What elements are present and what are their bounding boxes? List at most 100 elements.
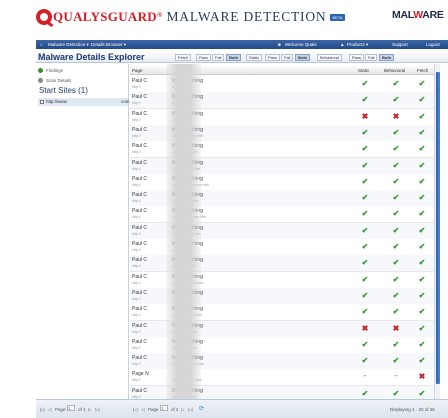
page-url-cell[interactable]: http:///gallery/pendant.htm: [132, 362, 204, 366]
static-check-icon: ✔: [361, 225, 369, 235]
filter-behavioral-fail[interactable]: Fail: [365, 54, 378, 61]
static-check-icon: ✔: [361, 144, 369, 154]
fetch-cross-icon: ✖: [418, 372, 426, 382]
grid-scrollbar[interactable]: [434, 64, 440, 399]
page-url-text: http://: [132, 231, 141, 236]
nav-support[interactable]: Support: [392, 42, 408, 47]
page-title-text: Paul C: [132, 224, 148, 231]
page-url-text: http://: [132, 280, 141, 285]
scrollbar-thumb[interactable]: [436, 72, 440, 384]
paging-toolbar: |◁ ◁ Page 1 of 1 ▷ ▷| |◁ ◁ Page 1 of 2 ▷…: [36, 399, 448, 418]
page-title-text: Paul C: [132, 273, 148, 280]
page-title-cell: Paul CMetalsmithing: [132, 290, 203, 296]
page-title-text: Paul C: [132, 110, 148, 117]
fetch-check-icon: ✔: [418, 242, 426, 251]
behavioral-check-icon: ✔: [392, 225, 400, 235]
page-url-cell[interactable]: http:///contact.html: [132, 297, 192, 301]
page-url-cell[interactable]: http:///gallery/jug.htm: [132, 264, 196, 268]
behavioral-check-icon: ✔: [392, 95, 400, 105]
nav-logout[interactable]: Logout: [426, 42, 440, 47]
page-title-text: Page N: [132, 371, 149, 378]
filter-static-fail[interactable]: Fail: [281, 54, 294, 61]
prev-page-button[interactable]: ◁: [141, 407, 144, 413]
site-url: http://www: [46, 99, 68, 104]
fetch-check-icon: ✔: [418, 95, 426, 105]
first-page-button-left[interactable]: |◁: [40, 407, 45, 413]
page-url-cell[interactable]: http:///gallery/image.html: [132, 378, 201, 382]
col-behavioral[interactable]: Behavioral: [384, 68, 405, 73]
display-count: Displaying 1 - 20 of 25: [390, 407, 435, 412]
col-fetch[interactable]: Fetch: [417, 68, 428, 73]
nav-welcome-user[interactable]: Welcome Quals: [285, 42, 317, 47]
col-page[interactable]: Page: [132, 68, 143, 73]
page-title-cell: Page N: [132, 371, 149, 377]
next-page-button-left[interactable]: ▷: [88, 407, 91, 413]
refresh-icon[interactable]: ⟳: [199, 405, 204, 412]
behavioral-check-icon: ✔: [392, 176, 400, 186]
prev-page-button-left[interactable]: ◁: [48, 407, 51, 413]
page-url-cell[interactable]: http:///gallery/box.htm: [132, 330, 197, 334]
site-checkbox[interactable]: [40, 99, 44, 104]
page-url-cell[interactable]: http:///gallery/teaset.htm: [132, 231, 201, 236]
filter-behavioral-both[interactable]: Both: [379, 54, 395, 61]
page-url-cell[interactable]: http:///gallery/caffeine.htm: [132, 134, 203, 138]
start-sites-heading: Start Sites (1): [39, 86, 88, 95]
static-check-icon: ✔: [361, 258, 369, 268]
page-title-cell: Paul CMetalsmithing: [132, 388, 203, 394]
page-title-text: Paul C: [132, 257, 148, 264]
page-url-cell[interactable]: http:///gallery/pots.htm: [132, 150, 198, 155]
page-url-cell[interactable]: http:///gallery/jewelry.htm: [132, 313, 202, 317]
filter-fetch-both[interactable]: Both: [226, 54, 242, 61]
start-site-item[interactable]: http://www com: [38, 98, 130, 106]
nav-products[interactable]: Products ▾: [347, 42, 368, 48]
fetch-check-icon: ✔: [418, 127, 426, 137]
page-url-text: http://: [132, 150, 141, 155]
nav-details-browser[interactable]: Details Browser ▾: [91, 42, 126, 48]
next-page-button[interactable]: ▷: [181, 407, 184, 413]
page-url-cell[interactable]: http:///gallery/bracelet.htm: [132, 280, 204, 285]
page-input[interactable]: 1: [160, 405, 168, 411]
fetch-check-icon: ✔: [418, 339, 426, 349]
findings-icon: [38, 68, 43, 74]
filter-behavioral-pass[interactable]: Pass: [349, 54, 364, 61]
qualysguard-logo[interactable]: QUALYSGUARD ® MALWARE DETECTION BETA: [36, 9, 345, 25]
fetch-check-icon: ✔: [418, 388, 426, 398]
filter-fetch-pass[interactable]: Pass: [196, 54, 211, 61]
page-url-cell[interactable]: http:///gallery/bowl.htm: [132, 199, 198, 203]
page-url-cell[interactable]: http:///resume.html: [132, 101, 192, 105]
fetch-check-icon: ✔: [418, 79, 426, 88]
page-url-cell[interactable]: http:///gallery/plates.htm: [132, 167, 200, 171]
behavioral-dash-icon: –: [394, 373, 398, 381]
static-check-icon: ✔: [361, 95, 369, 105]
scan-details-icon: [38, 78, 43, 84]
left-panel: Findings Scan Details Start Sites (1) ht…: [36, 64, 130, 399]
behavioral-check-icon: ✔: [392, 209, 400, 219]
page-url-cell[interactable]: http:///gallery/tray.htm: [132, 346, 197, 350]
page-url-cell[interactable]: http:///gallery/saltnpepper.htm: [132, 183, 209, 187]
filter-static-label: Static: [246, 54, 263, 61]
page-url-cell[interactable]: http:///cups.htm: [132, 248, 187, 252]
nav-malware-detection[interactable]: Malware Detection ▾: [48, 42, 89, 48]
scan-details-link[interactable]: Scan Details: [38, 78, 71, 84]
col-static[interactable]: Static: [358, 68, 369, 73]
page-input-left[interactable]: 1: [67, 405, 75, 411]
filter-fetch-fail[interactable]: Fail: [212, 54, 225, 61]
page-url-cell[interactable]: http:///gallery/holloware.htm: [132, 215, 206, 219]
page-title-text: Paul C: [132, 338, 148, 345]
bug-icon: W: [413, 9, 423, 21]
findings-link[interactable]: Findings: [38, 68, 64, 74]
behavioral-check-icon: ✔: [392, 144, 400, 154]
page-url-cell[interactable]: http:///contact.html: [132, 118, 192, 122]
malware-logo-text: MAL: [392, 9, 414, 21]
findings-label: Findings: [46, 68, 64, 73]
last-page-button[interactable]: ▷|: [188, 407, 193, 413]
page-url-cell[interactable]: http://index.htm: [132, 85, 187, 89]
static-check-icon: ✔: [361, 242, 369, 251]
fetch-check-icon: ✔: [418, 225, 426, 235]
last-page-button-left[interactable]: ▷|: [95, 407, 100, 413]
behavioral-cross-icon: ✖: [392, 111, 400, 121]
first-page-button[interactable]: |◁: [133, 407, 138, 413]
filter-static-both[interactable]: Both: [295, 54, 311, 61]
filter-static-pass[interactable]: Pass: [265, 54, 280, 61]
nav-home-icon[interactable]: ⌂: [40, 42, 43, 47]
